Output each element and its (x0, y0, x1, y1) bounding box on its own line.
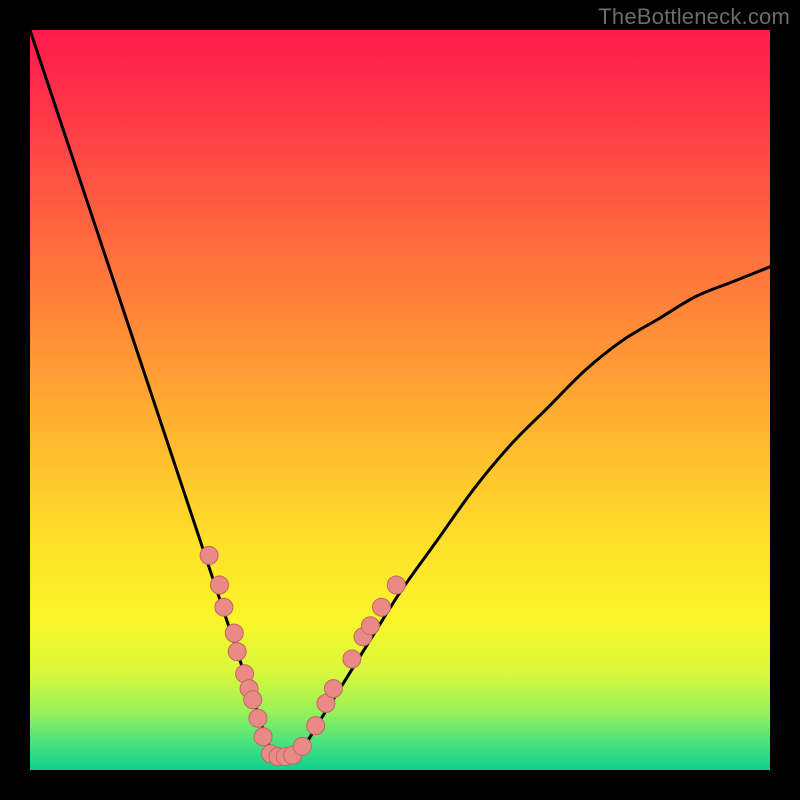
curve-dot (215, 598, 233, 616)
curve-dot (307, 717, 325, 735)
curve-dot (225, 624, 243, 642)
curve-dot (200, 546, 218, 564)
curve-dot (254, 728, 272, 746)
curve-dot (244, 691, 262, 709)
curve-dot (343, 650, 361, 668)
curve-dots (200, 546, 405, 765)
curve-dot (387, 576, 405, 594)
chart-frame: TheBottleneck.com (0, 0, 800, 800)
watermark-text: TheBottleneck.com (598, 4, 790, 30)
plot-area (30, 30, 770, 770)
curve-dot (249, 709, 267, 727)
curve-dot (293, 737, 311, 755)
curve-dot (373, 598, 391, 616)
curve-dot (228, 643, 246, 661)
chart-svg (30, 30, 770, 770)
curve-dot (361, 617, 379, 635)
curve-dot (210, 576, 228, 594)
bottleneck-curve (30, 30, 770, 762)
curve-dot (324, 680, 342, 698)
